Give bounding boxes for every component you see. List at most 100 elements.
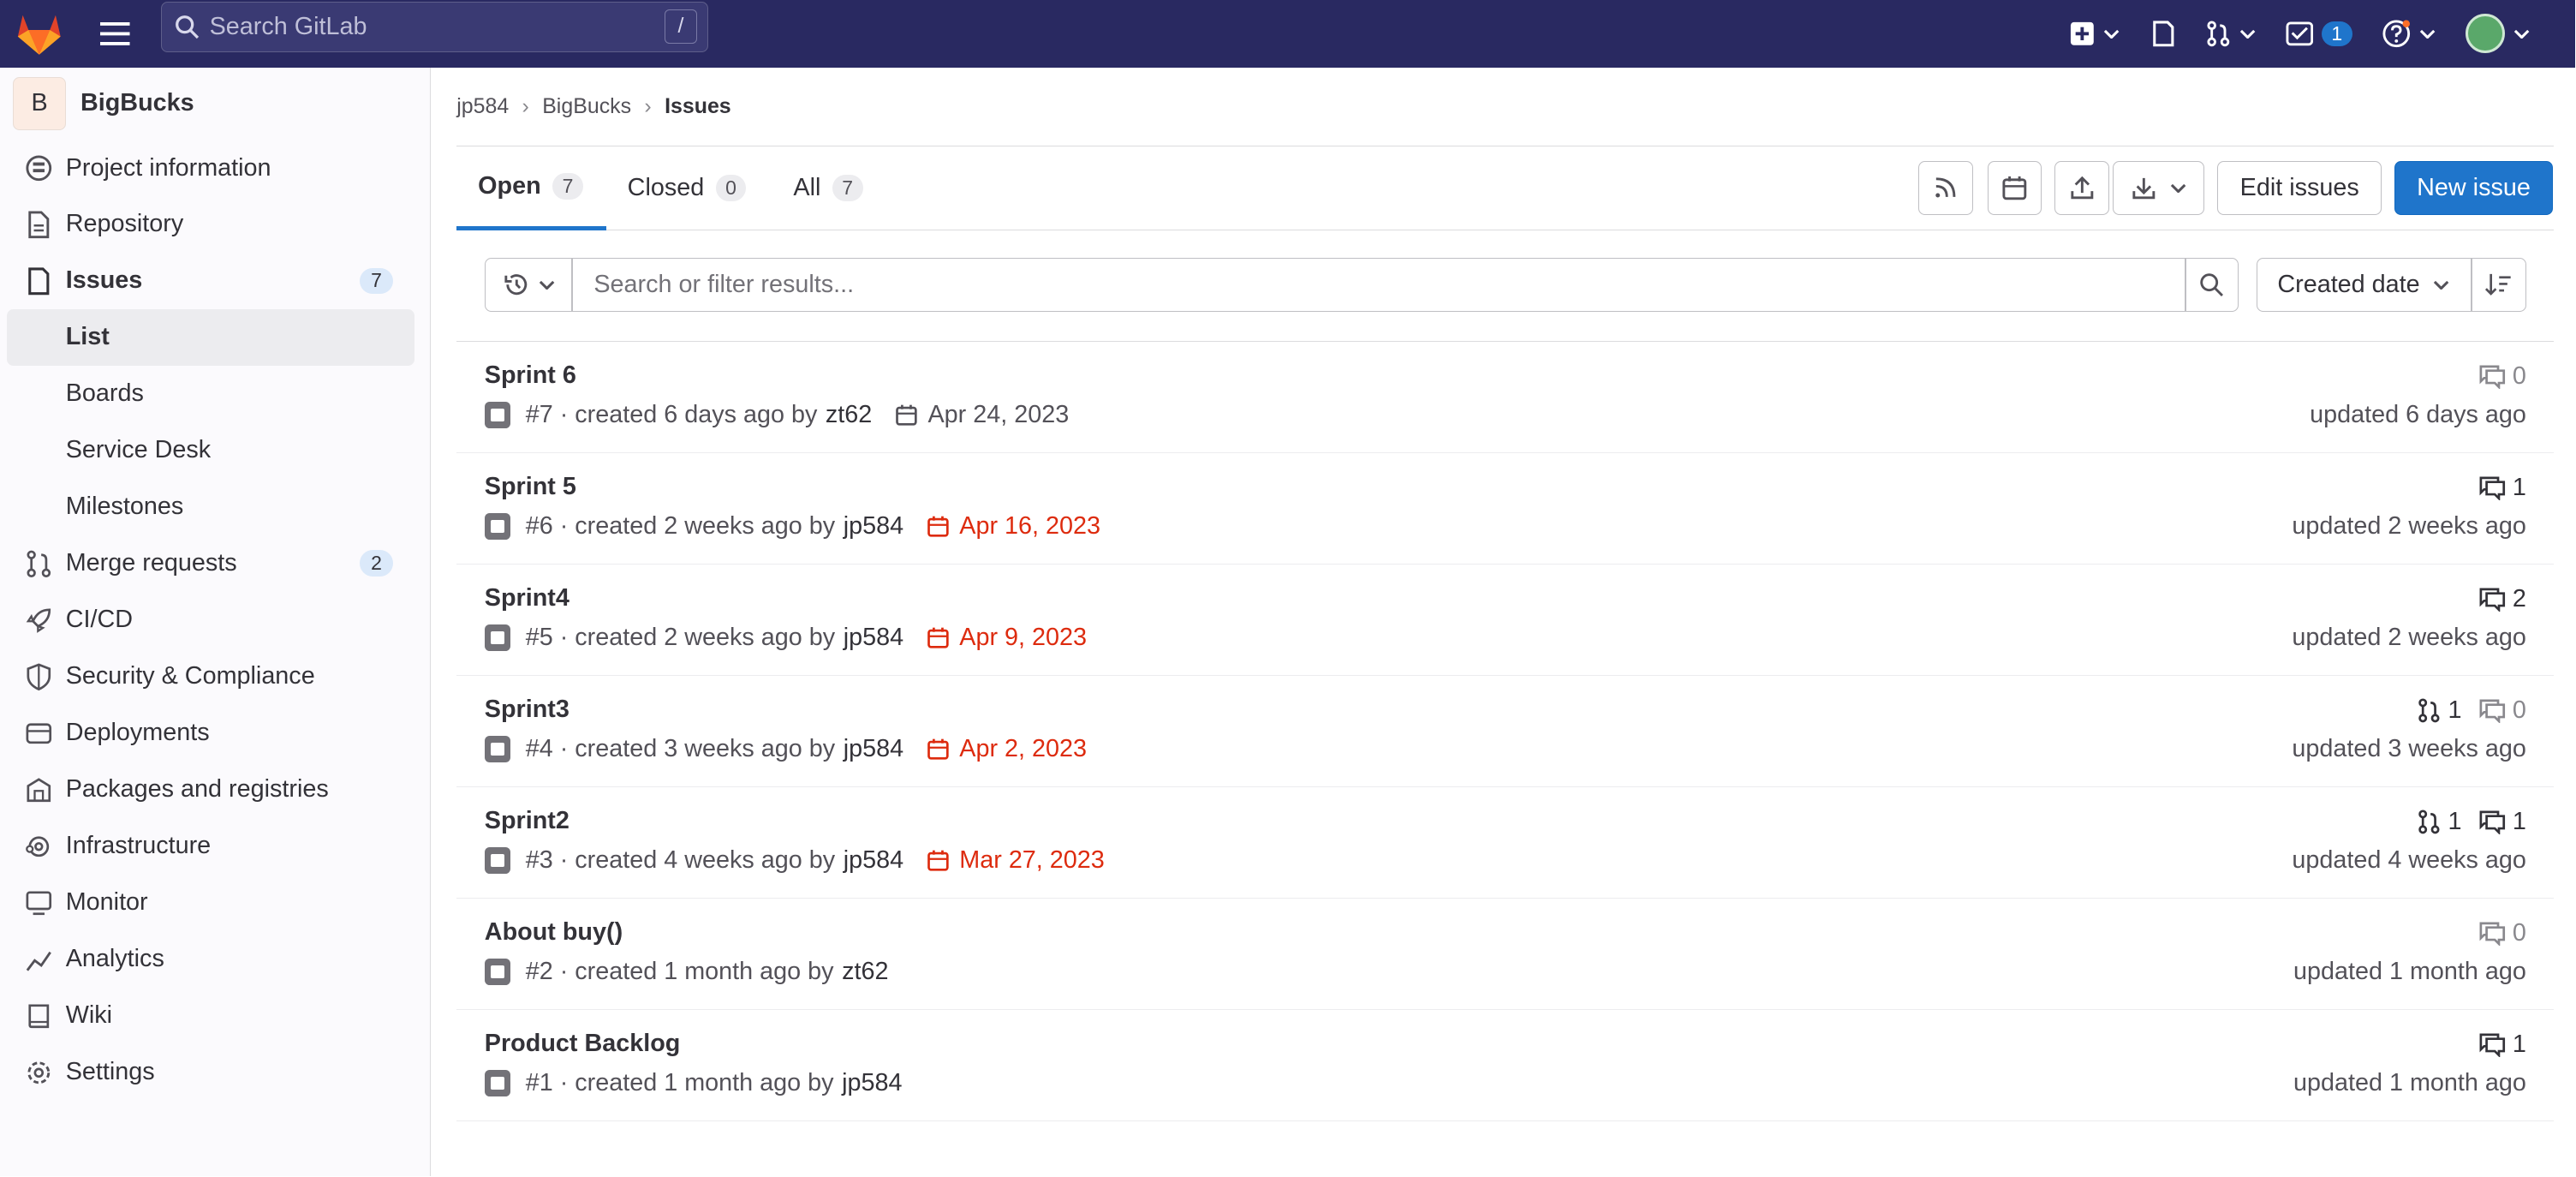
sidebar-item-boards[interactable]: Boards [0,366,430,422]
issues-button[interactable] [2150,21,2176,47]
issue-author[interactable]: jp584 [844,624,903,652]
sidebar-item-settings[interactable]: Settings [0,1044,430,1101]
breadcrumb-project[interactable]: BigBucks [542,94,631,119]
sidebar-item-security-compliance[interactable]: Security & Compliance [0,648,430,705]
issue-title[interactable]: Sprint4 [485,584,569,612]
sidebar-item-list[interactable]: List [6,308,415,366]
tab-all[interactable]: All 7 [793,146,863,230]
sidebar-item-issues[interactable]: Issues 7 [0,253,430,309]
sidebar-item-repository[interactable]: Repository [0,196,430,253]
sidebar-item-packages-registries[interactable]: Packages and registries [0,762,430,818]
sidebar-item-label: Merge requests [65,549,237,577]
issue-title[interactable]: Sprint2 [485,807,569,835]
help-button[interactable] [2382,19,2436,49]
sidebar-item-wiki[interactable]: Wiki [0,988,430,1044]
issue-title[interactable]: About buy() [485,918,623,947]
filter-search-input[interactable]: Search or filter results... [571,258,2186,313]
issue-row[interactable]: Sprint3 #4 · created 3 weeks ago by jp584 A… [456,676,2555,788]
sidebar-item-ci-cd[interactable]: CI/CD [0,592,430,648]
todos-button[interactable]: 1 [2286,21,2352,46]
project-header[interactable]: B BigBucks [0,68,430,140]
merge-request-count: 1 [2448,696,2462,724]
issue-row[interactable]: Sprint2 #3 · created 4 weeks ago by jp584 M… [456,787,2555,899]
issue-updated: updated 4 weeks ago [2292,846,2526,875]
chevron-down-icon [2420,29,2436,39]
tab-open[interactable]: Open 7 [456,146,606,230]
rss-button[interactable] [1918,160,1973,216]
export-dropdown-button[interactable] [2112,160,2204,216]
issue-author[interactable]: zt62 [842,958,888,986]
issue-row[interactable]: Sprint 5 #6 · created 2 weeks ago by jp584… [456,453,2555,565]
user-menu-button[interactable] [2465,14,2530,54]
gitlab-logo-icon[interactable] [0,0,79,68]
filter-search-button[interactable] [2184,258,2239,313]
issue-type-icon [484,513,511,540]
comments-count[interactable]: 1 [2478,1031,2526,1059]
create-new-button[interactable] [2069,21,2120,47]
issue-author[interactable]: jp584 [842,1069,902,1097]
tab-closed[interactable]: Closed 0 [628,146,747,230]
comments-count[interactable]: 2 [2478,585,2526,613]
comments-count[interactable]: 0 [2478,696,2526,725]
sidebar-item-milestones[interactable]: Milestones [0,479,430,535]
issue-reference: #5 · created 2 weeks ago by [525,624,836,652]
issues-icon [27,267,50,296]
sidebar-item-label: Infrastructure [65,832,212,860]
issue-title[interactable]: Sprint3 [485,696,569,724]
issue-type-icon [484,736,511,762]
todo-icon [2286,21,2313,46]
due-date: Mar 27, 2023 [927,846,1105,875]
help-icon [2382,20,2411,48]
issue-author[interactable]: jp584 [844,846,903,875]
sort-direction-button[interactable] [2470,258,2526,313]
issue-row[interactable]: Sprint4 #5 · created 2 weeks ago by jp584 A… [456,565,2555,677]
chart-icon [26,951,51,971]
comments-count[interactable]: 0 [2478,362,2526,391]
issue-author[interactable]: jp584 [844,512,903,541]
sidebar-item-merge-requests[interactable]: Merge requests 2 [0,535,430,592]
comment-icon [2479,1033,2505,1057]
comments-count[interactable]: 0 [2478,919,2526,947]
related-merge-requests[interactable]: 1 [2417,696,2461,725]
issue-title[interactable]: Sprint 6 [485,361,576,390]
issue-row[interactable]: Sprint 6 #7 · created 6 days ago by zt62 Ap… [456,342,2555,453]
breadcrumb-current[interactable]: Issues [665,94,731,119]
new-issue-button[interactable]: New issue [2394,160,2553,216]
comments-count[interactable]: 1 [2478,808,2526,836]
sidebar-item-infrastructure[interactable]: Infrastructure [0,818,430,875]
sort-dropdown[interactable]: Created date [2257,258,2472,313]
issue-meta: #1 · created 1 month ago by jp584 [484,1069,903,1097]
sidebar-item-label: CI/CD [65,606,134,634]
sidebar-item-service-desk[interactable]: Service Desk [0,422,430,479]
sidebar-item-project-information[interactable]: Project information [0,140,430,196]
breadcrumb-user[interactable]: jp584 [456,94,509,119]
sidebar-item-deployments[interactable]: Deployments [0,705,430,762]
sidebar-item-monitor[interactable]: Monitor [0,875,430,931]
recent-searches-dropdown[interactable] [484,258,574,313]
search-icon [2200,273,2224,297]
issue-row[interactable]: Product Backlog #1 · created 1 month ago … [456,1010,2555,1122]
comments-count[interactable]: 1 [2478,474,2526,502]
issue-title[interactable]: Sprint 5 [485,473,576,501]
due-date: Apr 16, 2023 [927,512,1100,541]
issue-author[interactable]: jp584 [844,735,903,763]
issue-updated: updated 2 weeks ago [2292,511,2526,540]
comment-icon [2479,588,2505,612]
edit-issues-button[interactable]: Edit issues [2217,160,2382,216]
related-merge-requests[interactable]: 1 [2417,808,2461,836]
comment-icon [2479,810,2505,834]
sidebar-item-analytics[interactable]: Analytics [0,931,430,988]
search-input[interactable]: Search GitLab / [160,1,708,53]
menu-icon[interactable] [79,0,151,68]
issue-title[interactable]: Product Backlog [485,1030,681,1058]
tab-label: Open [478,171,541,200]
calendar-subscribe-button[interactable] [1987,160,2042,216]
issue-stats: 0 updated 1 month ago [2293,918,2526,986]
search-shortcut: / [664,9,698,44]
issues-count-badge: 7 [359,267,394,295]
issue-row[interactable]: About buy() #2 · created 1 month ago by zt… [456,899,2555,1011]
merge-requests-button[interactable] [2205,21,2256,47]
comment-count: 1 [2512,807,2526,835]
issue-author[interactable]: zt62 [826,401,872,429]
import-button[interactable] [2054,160,2109,216]
